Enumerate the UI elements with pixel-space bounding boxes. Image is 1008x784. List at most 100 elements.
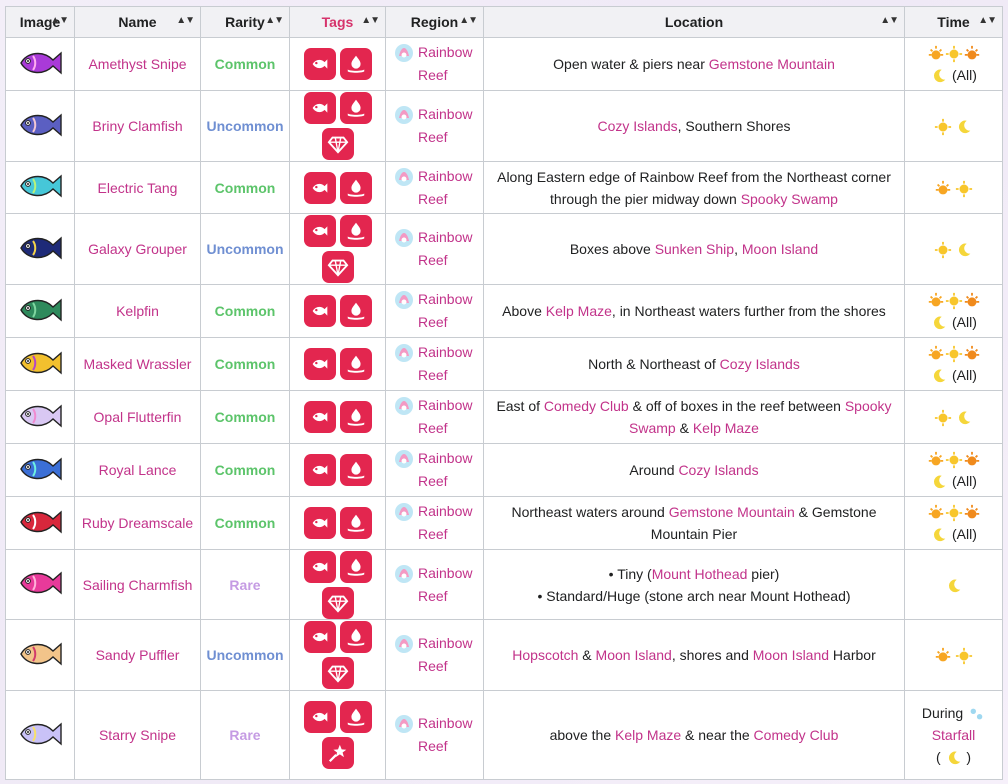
water-tag-icon[interactable] bbox=[339, 48, 372, 80]
fish-tag-icon[interactable] bbox=[303, 401, 336, 433]
fish-tag-icon[interactable] bbox=[303, 48, 336, 80]
location-link[interactable]: Kelp Maze bbox=[546, 303, 612, 319]
fish-name-link[interactable]: Amethyst Snipe bbox=[88, 56, 186, 72]
header-rarity[interactable]: Rarity ▲▼ bbox=[200, 6, 290, 38]
fish-image[interactable] bbox=[17, 350, 63, 382]
header-image[interactable]: Image ▲▼ bbox=[5, 6, 75, 38]
fish-tag-icon[interactable] bbox=[303, 92, 336, 124]
region-link[interactable]: Rainbow Reef bbox=[418, 712, 479, 758]
fish-image[interactable] bbox=[17, 174, 63, 205]
fish-image[interactable] bbox=[17, 403, 63, 435]
header-region[interactable]: Region ▲▼ bbox=[385, 6, 484, 38]
fish-tag-icon[interactable] bbox=[303, 507, 336, 539]
fish-tag-icon[interactable] bbox=[303, 171, 336, 204]
region-link[interactable]: Rainbow Reef bbox=[418, 41, 479, 87]
sort-icon[interactable]: ▲▼ bbox=[176, 15, 195, 26]
region-link[interactable]: Rainbow Reef bbox=[418, 562, 479, 608]
starfall-link[interactable]: Starfall bbox=[932, 727, 976, 743]
sort-icon[interactable]: ▲▼ bbox=[265, 15, 284, 26]
location-link[interactable]: Cozy Islands bbox=[678, 462, 758, 478]
water-tag-icon[interactable] bbox=[339, 92, 372, 124]
header-tags[interactable]: Tags ▲▼ bbox=[289, 6, 386, 38]
location-link[interactable]: Moon Island bbox=[753, 647, 829, 663]
water-tag-icon[interactable] bbox=[339, 348, 372, 380]
location-link[interactable]: Hopscotch bbox=[512, 647, 578, 663]
header-location[interactable]: Location ▲▼ bbox=[483, 6, 905, 38]
location-link[interactable]: Gemstone Mountain bbox=[669, 504, 795, 520]
water-tag-icon[interactable] bbox=[339, 401, 372, 433]
water-tag-icon[interactable] bbox=[339, 171, 372, 204]
fish-tag-icon[interactable] bbox=[303, 348, 336, 380]
location-link[interactable]: Kelp Maze bbox=[693, 420, 759, 436]
fish-tag-icon[interactable] bbox=[303, 701, 336, 733]
fish-tag-icon[interactable] bbox=[303, 621, 336, 653]
fish-image[interactable] bbox=[17, 571, 63, 602]
gem-tag-icon[interactable] bbox=[321, 128, 354, 160]
fish-tag-icon[interactable] bbox=[303, 295, 336, 327]
location-link[interactable]: Comedy Club bbox=[544, 398, 629, 414]
fish-name-link[interactable]: Sailing Charmfish bbox=[83, 577, 193, 593]
region-link[interactable]: Rainbow Reef bbox=[418, 500, 479, 546]
fish-image[interactable] bbox=[17, 297, 63, 329]
location-link[interactable]: Sunken Ship bbox=[655, 241, 734, 257]
location-link[interactable]: Comedy Club bbox=[754, 727, 839, 743]
sort-icon[interactable]: ▲▼ bbox=[361, 15, 380, 26]
location-link[interactable]: Mount Hothead bbox=[652, 566, 748, 582]
water-tag-icon[interactable] bbox=[339, 215, 372, 247]
location-link[interactable]: Moon Island bbox=[596, 647, 672, 663]
location-link[interactable]: Kelp Maze bbox=[615, 727, 681, 743]
location-link[interactable]: Cozy Islands bbox=[597, 118, 677, 134]
region-link[interactable]: Rainbow Reef bbox=[418, 103, 479, 149]
sort-icon[interactable]: ▲▼ bbox=[459, 15, 478, 26]
header-time[interactable]: Time ▲▼ bbox=[904, 6, 1003, 38]
water-tag-icon[interactable] bbox=[339, 454, 372, 486]
fish-tag-icon[interactable] bbox=[303, 550, 336, 583]
fish-name-link[interactable]: Ruby Dreamscale bbox=[82, 515, 193, 531]
fish-name-link[interactable]: Briny Clamfish bbox=[92, 118, 182, 134]
fish-name-link[interactable]: Opal Flutterfin bbox=[94, 409, 182, 425]
rarity-label: Common bbox=[214, 303, 276, 319]
region-link[interactable]: Rainbow Reef bbox=[418, 447, 479, 493]
fish-tag-icon[interactable] bbox=[303, 215, 336, 247]
region-link[interactable]: Rainbow Reef bbox=[418, 165, 479, 211]
region-link[interactable]: Rainbow Reef bbox=[418, 341, 479, 387]
fish-image[interactable] bbox=[17, 721, 63, 753]
location-link[interactable]: Cozy Islands bbox=[720, 356, 800, 372]
fish-name-link[interactable]: Sandy Puffler bbox=[96, 647, 180, 663]
location-link[interactable]: Moon Island bbox=[742, 241, 818, 257]
fish-image[interactable] bbox=[17, 235, 63, 267]
water-tag-icon[interactable] bbox=[339, 295, 372, 327]
region-link[interactable]: Rainbow Reef bbox=[418, 226, 479, 272]
water-tag-icon[interactable] bbox=[339, 550, 372, 583]
star-tag-icon[interactable] bbox=[321, 737, 354, 769]
water-tag-icon[interactable] bbox=[339, 701, 372, 733]
fish-name-cell: Ruby Dreamscale bbox=[74, 496, 201, 550]
sort-icon[interactable]: ▲▼ bbox=[50, 15, 69, 26]
water-tag-icon[interactable] bbox=[339, 621, 372, 653]
fish-image[interactable] bbox=[17, 112, 63, 144]
sort-icon[interactable]: ▲▼ bbox=[978, 15, 997, 26]
fish-name-link[interactable]: Galaxy Grouper bbox=[88, 241, 187, 257]
gem-tag-icon[interactable] bbox=[321, 586, 354, 619]
fish-name-link[interactable]: Starry Snipe bbox=[99, 727, 176, 743]
fish-image[interactable] bbox=[17, 641, 63, 673]
region-link[interactable]: Rainbow Reef bbox=[418, 288, 479, 334]
gem-tag-icon[interactable] bbox=[321, 251, 354, 283]
water-tag-icon[interactable] bbox=[339, 507, 372, 539]
location-link[interactable]: Spooky Swamp bbox=[741, 191, 838, 207]
location-link[interactable]: Gemstone Mountain bbox=[709, 56, 835, 72]
region-link[interactable]: Rainbow Reef bbox=[418, 394, 479, 440]
header-name[interactable]: Name ▲▼ bbox=[74, 6, 201, 38]
fish-name-link[interactable]: Royal Lance bbox=[99, 462, 177, 478]
region-link[interactable]: Rainbow Reef bbox=[418, 632, 479, 678]
gem-tag-icon[interactable] bbox=[321, 657, 354, 689]
fish-name-link[interactable]: Masked Wrassler bbox=[84, 356, 192, 372]
fish-image[interactable] bbox=[17, 50, 63, 82]
fish-image[interactable] bbox=[17, 456, 63, 488]
fish-tag-icon[interactable] bbox=[303, 454, 336, 486]
sort-icon[interactable]: ▲▼ bbox=[880, 15, 899, 26]
fish-image[interactable] bbox=[17, 509, 63, 541]
fish-name-link[interactable]: Kelpfin bbox=[116, 303, 159, 319]
rarity-label: Common bbox=[214, 515, 276, 531]
fish-name-link[interactable]: Electric Tang bbox=[98, 180, 178, 196]
